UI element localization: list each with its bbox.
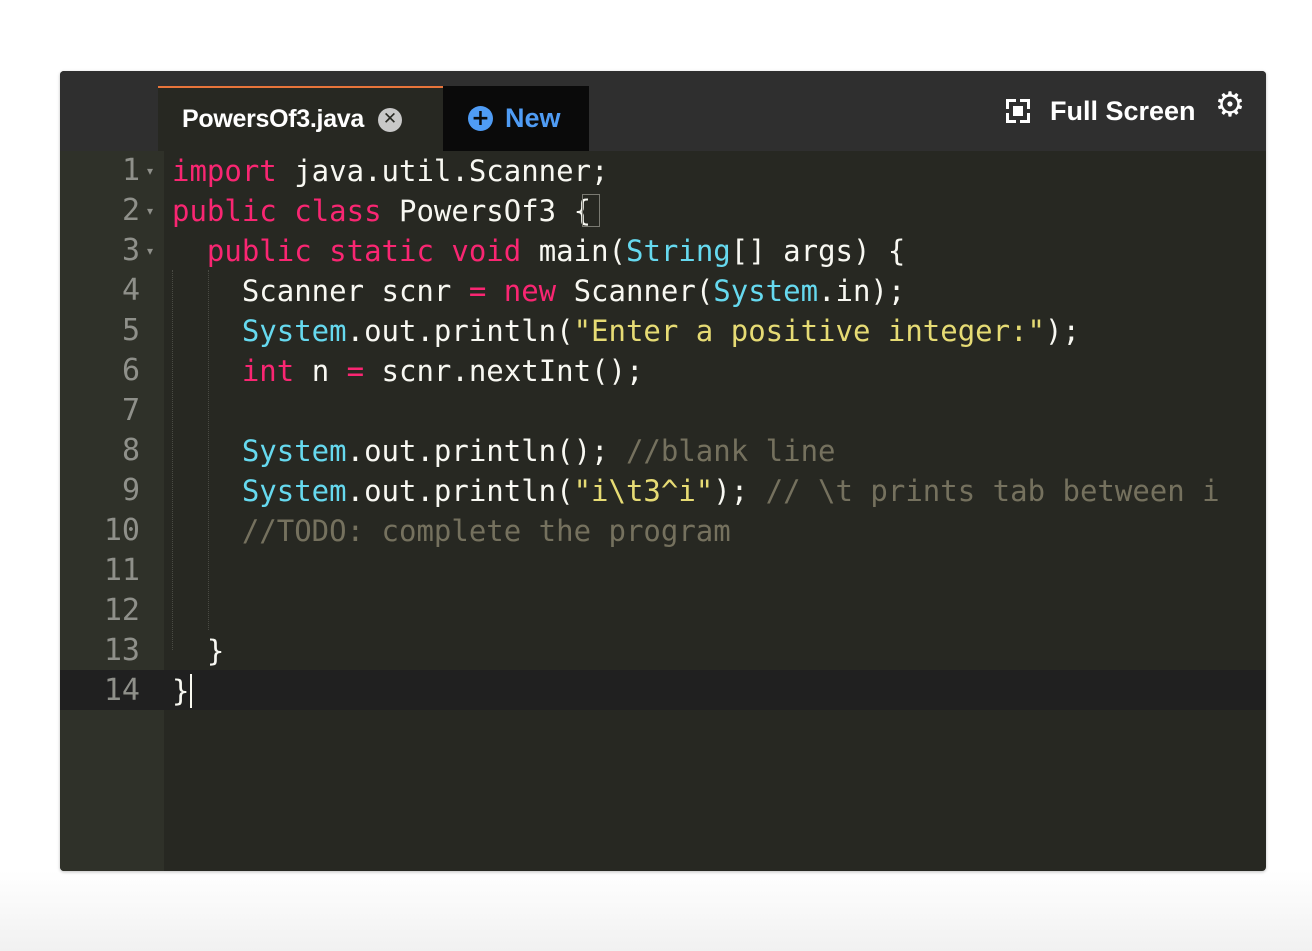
code-line[interactable]: System.out.println(); //blank line <box>172 431 836 471</box>
code-token: int <box>241 354 295 388</box>
editor-tab-bar: PowersOf3.java ✕ + New Full Screen ⚙ <box>60 71 1266 151</box>
plus-circle-icon: + <box>468 106 493 131</box>
close-icon[interactable]: ✕ <box>378 107 403 132</box>
code-token: .out.println(); <box>346 434 626 468</box>
code-token: System <box>241 474 347 508</box>
code-token: } <box>172 634 225 668</box>
code-token: ); <box>713 474 766 508</box>
line-number: 3 <box>121 233 140 268</box>
code-token: .out.println( <box>346 474 574 508</box>
code-token: .in); <box>818 274 906 308</box>
full-screen-label: Full Screen <box>1050 95 1196 126</box>
code-token: "i\t3^i" <box>573 474 714 508</box>
code-token: } <box>172 674 190 708</box>
code-token: System <box>241 434 347 468</box>
line-number: 12 <box>103 593 140 628</box>
code-token: java.util.Scanner; <box>276 154 609 188</box>
code-token: new <box>503 274 557 308</box>
line-number: 9 <box>121 473 140 508</box>
code-token: //blank line <box>625 434 836 468</box>
fullscreen-icon <box>1006 99 1030 123</box>
line-number: 10 <box>103 513 140 548</box>
full-screen-button[interactable]: Full Screen <box>1006 93 1196 129</box>
code-token: Scanner scnr <box>172 274 469 308</box>
code-token: System <box>713 274 819 308</box>
text-cursor <box>190 674 192 708</box>
tab-powersof3-java[interactable]: PowersOf3.java ✕ <box>158 86 443 151</box>
line-number: 7 <box>121 393 140 428</box>
code-token: class <box>294 194 382 228</box>
code-line[interactable]: } <box>172 631 224 671</box>
indent-guide <box>172 270 173 650</box>
line-number: 2 <box>121 193 140 228</box>
line-number: 8 <box>121 433 140 468</box>
code-line[interactable]: import java.util.Scanner; <box>172 151 609 191</box>
code-token: "Enter a positive integer:" <box>573 314 1045 348</box>
code-token: void <box>451 234 522 268</box>
code-token: scnr.nextInt(); <box>364 354 644 388</box>
code-token: = <box>468 274 487 308</box>
code-token: = <box>346 354 365 388</box>
fold-arrow-icon[interactable]: ▾ <box>144 191 156 231</box>
code-token: PowersOf3 { <box>381 194 592 228</box>
active-line-highlight <box>60 670 1266 710</box>
fold-arrow-icon[interactable]: ▾ <box>144 231 156 271</box>
line-number: 5 <box>121 313 140 348</box>
line-number: 14 <box>103 673 140 708</box>
code-line[interactable]: public class PowersOf3 { <box>172 191 591 231</box>
code-line[interactable]: System.out.println("Enter a positive int… <box>172 311 1080 351</box>
code-token: main( <box>521 234 626 268</box>
page-background-fade <box>0 871 1312 951</box>
new-file-label: New <box>505 103 561 133</box>
code-token: String <box>626 234 731 268</box>
code-token: public <box>172 194 277 228</box>
code-line[interactable]: //TODO: complete the program <box>172 511 731 551</box>
line-number: 1 <box>121 153 140 188</box>
code-line[interactable]: System.out.println("i\t3^i"); // \t prin… <box>172 471 1220 511</box>
code-token: System <box>241 314 347 348</box>
code-token: public <box>206 234 312 268</box>
code-token: //TODO: complete the program <box>241 514 731 548</box>
code-token: static <box>329 234 434 268</box>
line-number: 13 <box>103 633 140 668</box>
code-line[interactable]: public static void main(String[] args) { <box>172 231 905 271</box>
code-token: import <box>172 154 277 188</box>
indent-guide <box>208 270 209 630</box>
code-line[interactable]: Scanner scnr = new Scanner(System.in); <box>172 271 906 311</box>
code-line[interactable]: int n = scnr.nextInt(); <box>172 351 644 391</box>
code-token: .out.println( <box>346 314 574 348</box>
line-number: 4 <box>121 273 140 308</box>
gear-icon[interactable]: ⚙ <box>1213 88 1247 122</box>
code-token: ); <box>1045 314 1080 348</box>
line-number: 11 <box>103 553 140 588</box>
code-token: // \t prints tab between i <box>765 474 1220 508</box>
line-number: 6 <box>121 353 140 388</box>
tab-file-name: PowersOf3.java <box>182 105 365 133</box>
code-line[interactable]: } <box>172 671 189 711</box>
matching-bracket-highlight <box>582 194 600 227</box>
code-token: [] args) { <box>730 234 906 268</box>
fold-arrow-icon[interactable]: ▾ <box>144 151 156 191</box>
code-editor[interactable]: PowersOf3.java ✕ + New Full Screen ⚙ 1 ▾ i… <box>60 71 1266 871</box>
new-file-button[interactable]: + New <box>443 86 589 151</box>
code-token: n <box>294 354 347 388</box>
code-token: Scanner( <box>556 274 714 308</box>
